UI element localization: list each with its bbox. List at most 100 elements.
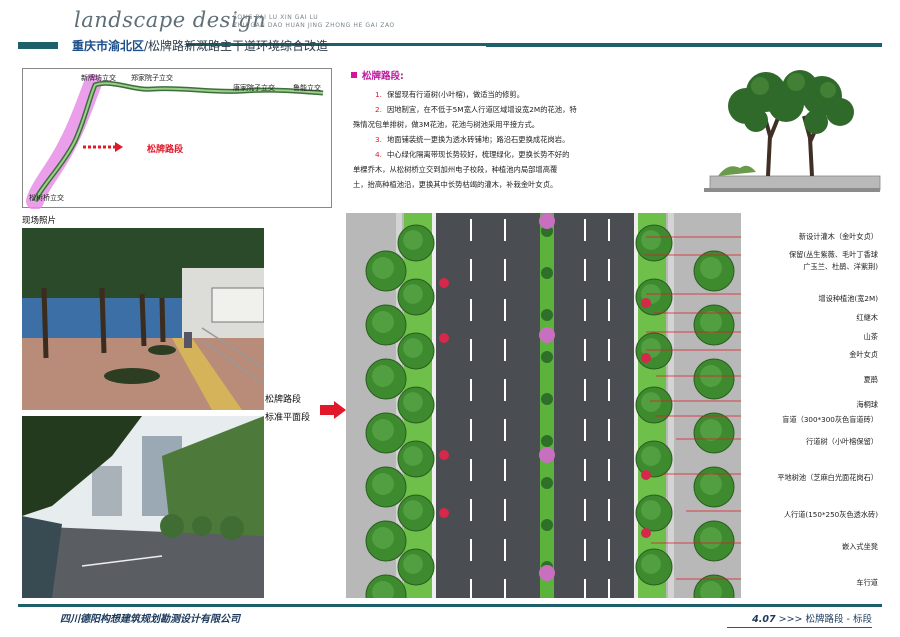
- median-shrub: [541, 351, 553, 363]
- description-item: 土，抬高种植池沿，更换其中长势枯竭的灌木，补栽金叶女贞。: [351, 177, 641, 192]
- lane-marking: [584, 579, 586, 598]
- lane-marking: [470, 339, 472, 361]
- lane-marking: [470, 379, 472, 401]
- photos-label: 现场照片: [22, 216, 57, 226]
- description-heading: 松牌路段:: [351, 68, 641, 82]
- lane-marking: [608, 539, 610, 561]
- map-label-songshuqiao: 松树桥立交: [29, 194, 64, 202]
- site-photo-road: [22, 416, 264, 598]
- description-item-text: 保留现有行道树(小叶榕)，做适当的修剪。: [386, 90, 525, 99]
- street-tree-highlight: [403, 230, 423, 250]
- median-shrub: [541, 435, 553, 447]
- header-rule-right: [486, 43, 882, 47]
- description-heading-text: 松牌路段:: [362, 71, 404, 82]
- lane-marking: [608, 259, 610, 281]
- section-label-line1: 松牌路段: [265, 395, 302, 405]
- carriageway-right: [554, 213, 634, 598]
- camellia-shrub: [641, 470, 651, 480]
- camellia-shrub: [641, 353, 651, 363]
- legend-item: 盲道（300*300灰色盲道砖）: [782, 415, 878, 424]
- description-item: 单棵乔木，从松树桥立交到加州电子校段，种植池内局部增高覆: [351, 162, 641, 177]
- lane-marking: [608, 299, 610, 321]
- median-flower-shrub: [539, 213, 555, 229]
- project-title: 重庆市渝北区/松牌路新溉路主干道环境综合改造: [72, 37, 328, 54]
- lane-marking: [584, 379, 586, 401]
- street-tree-highlight: [372, 527, 394, 549]
- map-label-tangjia: 唐家院子立交: [233, 84, 275, 92]
- legend-item: 新设计灌木（金叶女贞）: [798, 232, 878, 241]
- description-item-text: 地面铺装统一更换为透水砖铺地；路沿石更换成花岗岩。: [386, 135, 570, 144]
- camellia-shrub: [439, 450, 449, 460]
- legend-item: 广玉兰、杜鹃、洋紫荆): [803, 262, 878, 271]
- camellia-shrub: [641, 298, 651, 308]
- section-arrow-icon: [320, 401, 346, 419]
- footer-rule: [18, 604, 882, 607]
- street-tree-highlight: [700, 311, 722, 333]
- lane-marking: [470, 579, 472, 598]
- brand-pinyin: SONG PAI LU XIN GAI LU ZHU GAN DAO HUAN …: [233, 14, 533, 30]
- median-shrub: [541, 519, 553, 531]
- street-tree-highlight: [403, 500, 423, 520]
- lane-marking: [608, 579, 610, 598]
- street-tree-highlight: [641, 230, 661, 250]
- lane-marking: [584, 339, 586, 361]
- description-item: 2. 因地制宜，在不低于5M宽人行道区域增设宽2M的花池，特: [351, 102, 641, 117]
- street-tree-highlight: [372, 365, 394, 387]
- street-tree-highlight: [403, 284, 423, 304]
- lane-marking: [504, 299, 506, 321]
- camellia-shrub: [439, 333, 449, 343]
- legend-item: 平地树池（芝麻白光面花岗石）: [777, 473, 878, 482]
- street-tree-highlight: [700, 527, 722, 549]
- footer-page-number: 4.07: [752, 614, 776, 625]
- lane-marking: [470, 419, 472, 441]
- street-tree-highlight: [372, 419, 394, 441]
- legend-item: 红継木: [856, 313, 878, 322]
- site-photo-road-image: [22, 416, 264, 598]
- lane-marking: [608, 219, 610, 241]
- street-tree-highlight: [700, 473, 722, 495]
- footer-company: 四川德阳构想建筑规划勘测设计有限公司: [60, 614, 240, 625]
- description-item-text: 因地制宜，在不低于5M宽人行道区域增设宽2M的花池，特: [386, 105, 577, 114]
- legend-item: 增设种植池(宽2M): [818, 294, 878, 303]
- brand-pinyin-line1: SONG PAI LU XIN GAI LU: [233, 14, 319, 21]
- lane-marking: [504, 539, 506, 561]
- median-shrub: [541, 309, 553, 321]
- legend-item: 行道树（小叶榕保留）: [806, 437, 878, 446]
- map-label-luneng: 鲁能立交: [293, 84, 321, 92]
- legend-item: 山茶: [863, 332, 878, 341]
- lane-marking: [608, 499, 610, 521]
- street-tree-highlight: [641, 392, 661, 412]
- legend-item: 金叶女贞: [849, 350, 878, 359]
- map-label-xinpaifang: 新牌坊立交: [81, 74, 116, 82]
- standard-plan-drawing: [346, 213, 741, 598]
- description-item-number: 1.: [375, 90, 382, 99]
- legend-item: 嵌入式坐凳: [842, 542, 878, 551]
- street-tree-highlight: [403, 446, 423, 466]
- legend-item: 海桐球: [856, 400, 878, 409]
- lane-marking: [470, 299, 472, 321]
- camellia-shrub: [439, 278, 449, 288]
- street-tree-highlight: [372, 311, 394, 333]
- section-label-line2: 标准平面段: [265, 413, 311, 423]
- lane-marking: [470, 459, 472, 481]
- project-district: 重庆市渝北区: [72, 39, 145, 53]
- lane-marking: [504, 339, 506, 361]
- tree-elevation-illustration: [704, 70, 881, 192]
- description-item-text: 殊情况包单排树，做3M花池，花池与树池采用平接方式。: [353, 120, 540, 129]
- description-item: 3. 地面铺装统一更换为透水砖铺地；路沿石更换成花岗岩。: [351, 132, 641, 147]
- median-shrub: [541, 477, 553, 489]
- description-item-text: 中心绿化隔离带现长势较好，梳理绿化，更换长势不好的: [386, 150, 570, 159]
- street-tree-highlight: [700, 419, 722, 441]
- lane-marking: [584, 219, 586, 241]
- map-label-zhengjia: 郑家院子立交: [131, 74, 173, 82]
- description-item: 殊情况包单排树，做3M花池，花池与树池采用平接方式。: [351, 117, 641, 132]
- project-name: /松牌路新溉路主干道环境综合改造: [144, 39, 329, 53]
- lane-marking: [470, 539, 472, 561]
- legend-item: 夏鹃: [863, 375, 878, 384]
- lane-marking: [608, 419, 610, 441]
- description-item-number: 3.: [375, 135, 382, 144]
- camellia-shrub: [641, 528, 651, 538]
- lane-marking: [608, 459, 610, 481]
- street-tree-highlight: [403, 392, 423, 412]
- lane-marking: [584, 299, 586, 321]
